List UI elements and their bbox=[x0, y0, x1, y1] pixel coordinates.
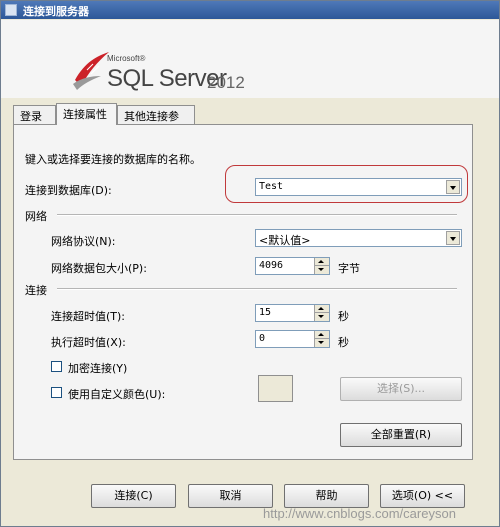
product-banner: Microsoft® SQL Server 2012 bbox=[1, 20, 499, 98]
custom-color-label: 使用自定义颜色(U): bbox=[68, 388, 166, 401]
protocol-value: <默认值> bbox=[259, 234, 311, 247]
title-bar[interactable]: 连接到服务器 bbox=[1, 1, 499, 19]
connect-button[interactable]: 连接(C) bbox=[91, 484, 176, 508]
product-version: 2012 bbox=[207, 73, 245, 92]
chevron-down-icon[interactable] bbox=[446, 231, 460, 245]
reset-all-button[interactable]: 全部重置(R) bbox=[340, 423, 462, 447]
spin-buttons[interactable] bbox=[314, 258, 329, 274]
select-color-button[interactable]: 选择(S)... bbox=[340, 377, 462, 401]
spin-up-icon[interactable] bbox=[318, 307, 324, 310]
protocol-label: 网络协议(N): bbox=[51, 235, 116, 248]
packet-size-unit: 字节 bbox=[338, 262, 360, 275]
custom-color-swatch bbox=[258, 375, 293, 402]
network-group-label: 网络 bbox=[25, 210, 47, 223]
connection-timeout-label: 连接超时值(T): bbox=[51, 310, 126, 323]
encrypt-connection-checkbox[interactable] bbox=[51, 361, 62, 372]
tab-additional-parameters[interactable]: 其他连接参数 bbox=[117, 105, 195, 139]
instruction-text: 键入或选择要连接的数据库的名称。 bbox=[25, 153, 201, 166]
app-icon bbox=[5, 4, 17, 16]
packet-size-label: 网络数据包大小(P): bbox=[51, 262, 147, 275]
network-group-divider bbox=[57, 214, 457, 216]
connection-timeout-value: 15 bbox=[259, 307, 272, 318]
spin-buttons[interactable] bbox=[314, 305, 329, 321]
packet-size-stepper[interactable]: 4096 bbox=[255, 257, 330, 275]
connection-group-label: 连接 bbox=[25, 284, 47, 297]
database-label: 连接到数据库(D): bbox=[25, 184, 112, 197]
watermark-text: http://www.cnblogs.com/careyson bbox=[263, 506, 456, 521]
execution-timeout-unit: 秒 bbox=[338, 336, 349, 349]
protocol-combo[interactable]: <默认值> bbox=[255, 229, 462, 247]
execution-timeout-stepper[interactable]: 0 bbox=[255, 330, 330, 348]
tab-connection-properties[interactable]: 连接属性 bbox=[56, 103, 117, 125]
connection-timeout-unit: 秒 bbox=[338, 310, 349, 323]
packet-size-value: 4096 bbox=[259, 260, 284, 271]
execution-timeout-label: 执行超时值(X): bbox=[51, 336, 126, 349]
help-button[interactable]: 帮助 bbox=[284, 484, 369, 508]
spin-down-icon[interactable] bbox=[318, 341, 324, 344]
vendor-label: Microsoft® bbox=[107, 54, 146, 63]
spin-down-icon[interactable] bbox=[318, 315, 324, 318]
tab-login[interactable]: 登录 bbox=[13, 105, 56, 124]
spin-up-icon[interactable] bbox=[318, 260, 324, 263]
spin-down-icon[interactable] bbox=[318, 268, 324, 271]
spin-up-icon[interactable] bbox=[318, 333, 324, 336]
custom-color-checkbox[interactable] bbox=[51, 387, 62, 398]
connection-timeout-stepper[interactable]: 15 bbox=[255, 304, 330, 322]
sql-server-logo-icon bbox=[73, 52, 109, 90]
spin-buttons[interactable] bbox=[314, 331, 329, 347]
connection-group-divider bbox=[57, 288, 457, 290]
execution-timeout-value: 0 bbox=[259, 333, 266, 344]
connect-to-server-dialog: 连接到服务器 Microsoft® SQL Server 2012 登录 连接属… bbox=[0, 0, 500, 527]
encrypt-connection-label: 加密连接(Y) bbox=[68, 362, 128, 375]
options-button[interactable]: 选项(O) << bbox=[380, 484, 465, 508]
cancel-button[interactable]: 取消 bbox=[188, 484, 273, 508]
annotation-highlight bbox=[225, 165, 468, 203]
window-title: 连接到服务器 bbox=[23, 5, 89, 18]
